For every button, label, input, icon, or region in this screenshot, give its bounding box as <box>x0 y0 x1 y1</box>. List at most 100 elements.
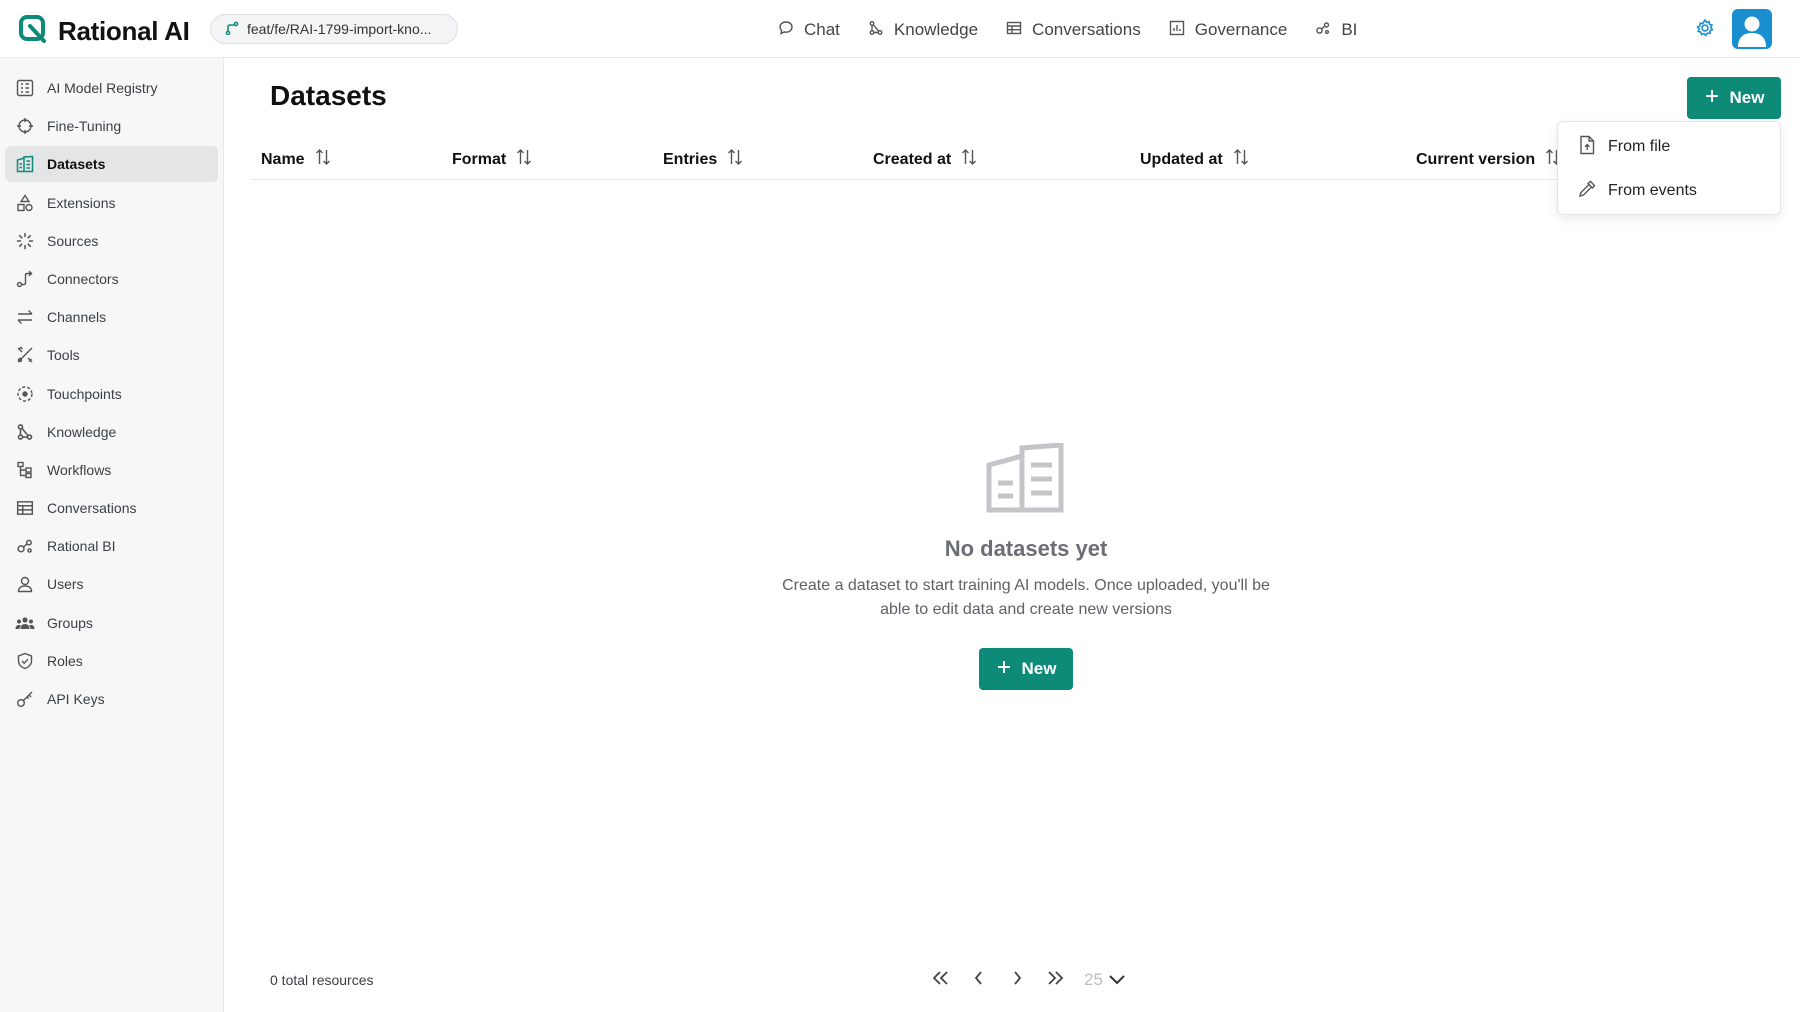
topnav-chat[interactable]: Chat <box>778 16 840 44</box>
datasets-empty-icon <box>986 442 1064 513</box>
sidebar-item-label: Sources <box>47 232 99 249</box>
key-icon <box>15 689 35 709</box>
bar-chart-icon <box>1169 20 1185 41</box>
shield-check-icon <box>15 651 35 671</box>
page-title: Datasets <box>270 80 387 111</box>
touchpoint-icon <box>15 384 35 404</box>
topnav-conversations[interactable]: Conversations <box>1006 16 1141 44</box>
sidebar-item-label: Fine-Tuning <box>47 118 122 135</box>
column-header-updated-at[interactable]: Updated at <box>1140 148 1249 171</box>
sidebar-item-connectors[interactable]: Connectors <box>5 261 218 297</box>
empty-state-description: Create a dataset to start training AI mo… <box>782 577 1270 618</box>
table-icon <box>1006 20 1022 41</box>
sidebar-item-channels[interactable]: Channels <box>5 299 218 335</box>
sidebar-item-label: Touchpoints <box>47 385 122 402</box>
sidebar-item-datasets[interactable]: Datasets <box>5 146 218 183</box>
sidebar-item-ai-model-registry[interactable]: AI Model Registry <box>5 70 218 106</box>
chat-bubble-icon <box>778 20 794 41</box>
arrows-exchange-icon <box>15 307 35 327</box>
sidebar-item-touchpoints[interactable]: Touchpoints <box>5 376 218 412</box>
sort-icon <box>315 148 331 171</box>
settings-button[interactable] <box>1694 17 1716 39</box>
sidebar-item-roles[interactable]: Roles <box>5 643 218 679</box>
topnav-label: Chat <box>804 20 840 39</box>
new-dataset-menu: From file From events <box>1557 121 1781 215</box>
group-icon <box>15 613 35 633</box>
chevron-right-icon <box>1012 970 1022 990</box>
sidebar-item-label: Conversations <box>47 500 137 517</box>
topnav-bi[interactable]: BI <box>1315 16 1357 44</box>
sidebar-item-label: Roles <box>47 652 83 669</box>
column-header-current-version[interactable]: Current version <box>1416 148 1561 171</box>
topnav-label: Governance <box>1194 20 1288 39</box>
connector-icon <box>15 269 35 289</box>
sort-icon <box>1233 148 1249 171</box>
table-header: Name Format Entries Created at Updated a… <box>252 138 1562 180</box>
knowledge-graph-icon <box>15 422 35 442</box>
column-header-name[interactable]: Name <box>261 148 331 171</box>
new-dataset-button[interactable]: New <box>1687 77 1781 119</box>
datasets-icon <box>15 154 35 174</box>
sidebar-item-knowledge[interactable]: Knowledge <box>5 414 218 450</box>
sidebar-item-fine-tuning[interactable]: Fine-Tuning <box>5 108 218 144</box>
sort-icon <box>961 148 977 171</box>
shapes-icon <box>15 193 35 213</box>
previous-page-button[interactable] <box>966 968 992 992</box>
user-avatar-icon <box>1738 16 1766 47</box>
page-size-value: 25 <box>1084 970 1103 989</box>
rational-ai-logo-icon <box>18 14 48 49</box>
sidebar-item-label: Datasets <box>47 156 106 173</box>
gear-icon <box>1694 18 1716 43</box>
topnav-governance[interactable]: Governance <box>1169 16 1288 44</box>
crosshair-icon <box>15 116 35 136</box>
topnav-knowledge[interactable]: Knowledge <box>868 16 978 44</box>
menu-item-label: From events <box>1608 182 1697 199</box>
table-icon <box>15 498 35 518</box>
sidebar-item-label: API Keys <box>47 691 105 707</box>
sidebar-item-conversations[interactable]: Conversations <box>5 490 218 526</box>
top-navigation: Chat Knowledge Conversations Governance … <box>778 16 1357 44</box>
sort-icon <box>727 148 743 171</box>
empty-state-title: No datasets yet <box>944 536 1108 561</box>
menu-item-from-file[interactable]: From file <box>1578 134 1670 160</box>
last-page-button[interactable] <box>1042 968 1068 992</box>
chevrons-right-icon <box>1046 970 1064 990</box>
sidebar-item-label: Knowledge <box>47 423 117 440</box>
new-button-label: New <box>1729 88 1765 107</box>
topnav-label: Conversations <box>1032 20 1141 39</box>
brand[interactable]: Rational AI <box>18 14 190 49</box>
sidebar-item-extensions[interactable]: Extensions <box>5 185 218 221</box>
column-header-entries[interactable]: Entries <box>663 148 743 171</box>
page-size-select[interactable]: 25 <box>1084 970 1125 990</box>
first-page-button[interactable] <box>928 968 954 992</box>
column-label: Entries <box>663 150 718 168</box>
sidebar-item-groups[interactable]: Groups <box>5 605 218 641</box>
workflow-icon <box>15 460 35 480</box>
sidebar-item-label: AI Model Registry <box>47 80 158 96</box>
branch-selector[interactable]: feat/fe/RAI-1799-import-kno... <box>210 14 458 44</box>
sidebar: AI Model Registry Fine-Tuning Datasets E… <box>0 58 224 1012</box>
column-header-format[interactable]: Format <box>452 148 532 171</box>
chevrons-left-icon <box>932 970 950 990</box>
sidebar-item-sources[interactable]: Sources <box>5 223 218 259</box>
branch-label: feat/fe/RAI-1799-import-kno... <box>247 21 432 37</box>
column-label: Name <box>261 150 305 168</box>
sidebar-item-workflows[interactable]: Workflows <box>5 452 218 488</box>
sort-icon <box>516 148 532 171</box>
column-header-created-at[interactable]: Created at <box>873 148 977 171</box>
sidebar-item-label: Groups <box>47 614 93 631</box>
registry-icon <box>15 78 35 98</box>
top-bar: Rational AI feat/fe/RAI-1799-import-kno.… <box>0 0 1800 58</box>
sidebar-item-label: Connectors <box>47 270 119 287</box>
user-avatar[interactable] <box>1732 9 1772 49</box>
topnav-label: Knowledge <box>893 20 979 39</box>
sidebar-item-tools[interactable]: Tools <box>5 337 218 373</box>
empty-state-new-button[interactable]: New <box>979 648 1073 690</box>
next-page-button[interactable] <box>1004 968 1030 992</box>
sidebar-item-api-keys[interactable]: API Keys <box>5 681 218 717</box>
app-name: Rational AI <box>58 16 190 46</box>
sidebar-item-label: Channels <box>47 309 107 326</box>
sidebar-item-users[interactable]: Users <box>5 566 218 602</box>
column-label: Format <box>452 150 507 168</box>
menu-item-from-events[interactable]: From events <box>1578 178 1697 204</box>
